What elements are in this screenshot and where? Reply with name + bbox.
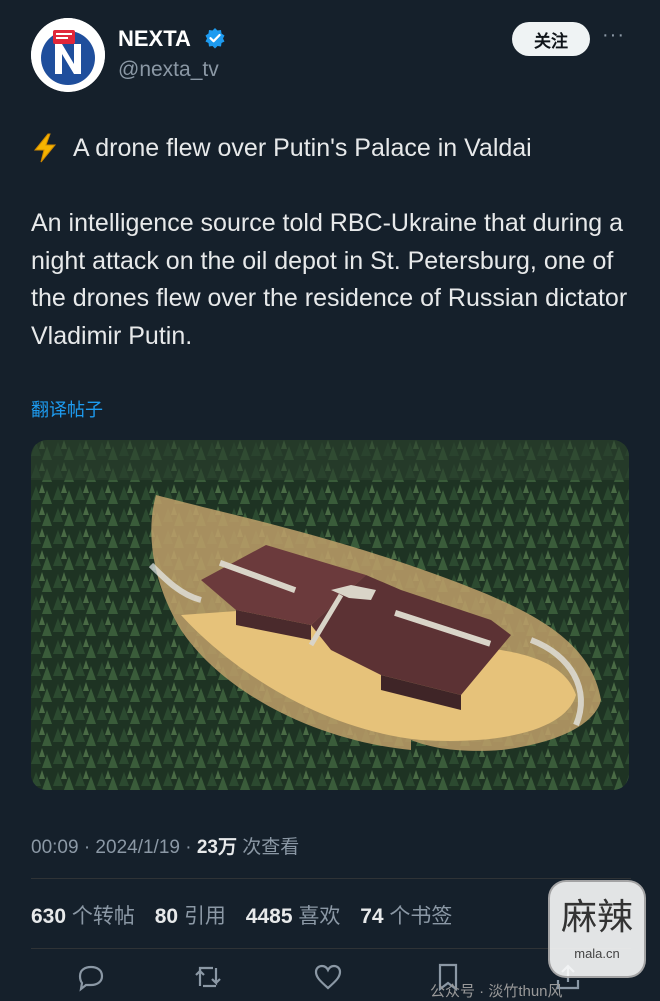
palace-aerial-photo [31,440,629,790]
post-time[interactable]: 00:09 · 2024/1/19 · [31,837,197,858]
view-count: 23万 [196,837,237,858]
post-image[interactable] [31,440,629,790]
wechat-watermark-text: 公众号 · 淡竹thun风 [430,983,563,1000]
reply-icon[interactable] [76,962,106,992]
repost-stat[interactable]: 630 个转帖 [31,905,135,928]
like-stat[interactable]: 4485 喜欢 [246,905,341,928]
post-meta: 00:09 · 2024/1/19 · 23万 次查看 [31,832,299,859]
engagement-stats: 630 个转帖 80 引用 4485 喜欢 74 个书签 [31,900,466,930]
bookmark-stat[interactable]: 74 个书签 [360,905,452,928]
post-body: An intelligence source told RBC-Ukraine … [31,209,628,350]
account-handle[interactable]: @nexta_tv [118,58,219,82]
watermark-domain: mala.cn [574,946,620,961]
lightning-icon [33,133,57,163]
watermark-title: 麻辣 [560,897,633,938]
quote-stat[interactable]: 80 引用 [155,905,226,928]
post-headline: A drone flew over Putin's Palace in Vald… [31,130,631,166]
like-icon[interactable] [313,962,343,992]
translate-post-link[interactable]: 翻译帖子 [31,396,103,422]
follow-button[interactable]: 关注 [512,22,590,56]
headline-text: A drone flew over Putin's Palace in Vald… [73,134,532,162]
retweet-icon[interactable] [193,962,223,992]
post-header: NEXTA @nexta_tv 关注 ··· [0,0,660,110]
site-watermark-logo: 麻辣 mala.cn [548,880,646,978]
divider [31,878,631,879]
avatar[interactable] [31,18,105,92]
verified-badge-icon [205,28,225,49]
account-name[interactable]: NEXTA [118,26,191,52]
view-label: 次查看 [236,837,300,858]
more-options-icon[interactable]: ··· [602,24,625,47]
divider [31,948,631,949]
